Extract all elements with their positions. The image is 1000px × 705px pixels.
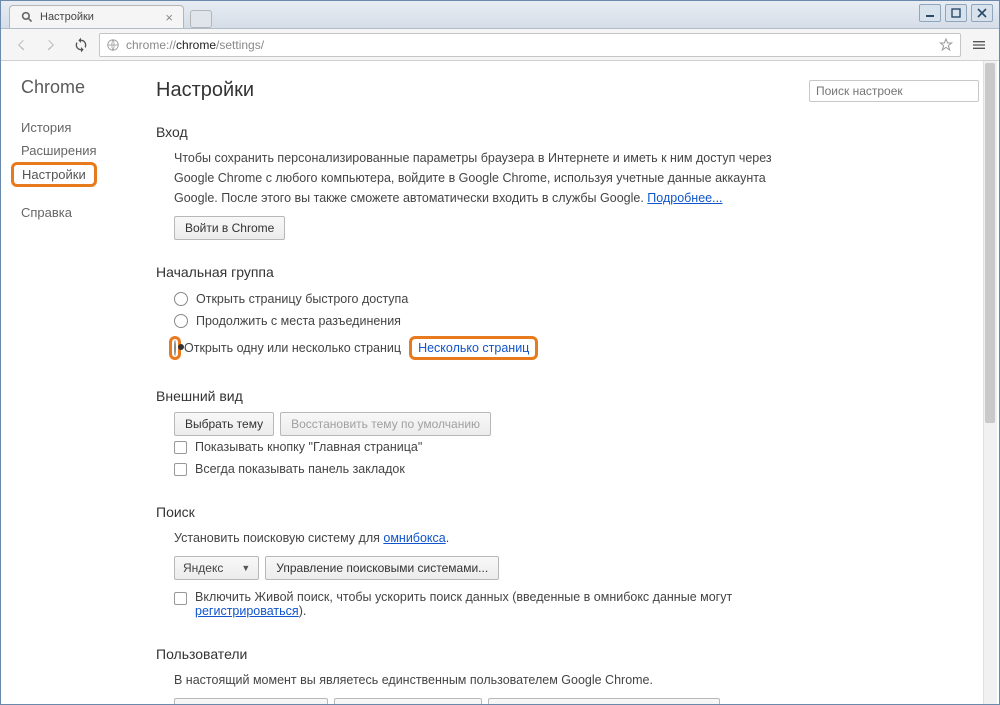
wrench-icon [20,10,34,24]
address-bar[interactable]: chrome://chrome/settings/ [99,33,961,57]
sign-in-button[interactable]: Войти в Chrome [174,216,285,240]
section-search: Поиск Установить поисковую систему для о… [156,504,979,622]
radio-newtab[interactable] [174,292,188,306]
maximize-button[interactable] [945,4,967,22]
delete-user-button[interactable]: Удалить пользователя [334,698,481,704]
hamburger-menu-icon[interactable] [967,33,991,57]
sidebar-item-history[interactable]: История [21,116,156,139]
radio-continue[interactable] [174,314,188,328]
section-users: Пользователи В настоящий момент вы являе… [156,646,979,704]
section-startup-title: Начальная группа [156,264,979,280]
window-titlebar: Настройки × [1,1,999,29]
section-login: Вход Чтобы сохранить персонализированные… [156,124,979,240]
checkbox-instant-label: Включить Живой поиск, чтобы ускорить пои… [195,590,732,618]
section-startup: Начальная группа Открыть страницу быстро… [156,264,979,364]
settings-content: Chrome История Расширения Настройки Спра… [1,61,999,704]
settings-main: Настройки Вход Чтобы сохранить персонали… [156,61,999,704]
browser-toolbar: chrome://chrome/settings/ [1,29,999,61]
radio-newtab-label: Открыть страницу быстрого доступа [196,292,408,306]
learn-more-link[interactable]: Подробнее... [647,191,722,205]
reload-button[interactable] [69,33,93,57]
users-desc: В настоящий момент вы являетесь единстве… [174,670,979,690]
omnibox-link[interactable]: омнибокса [383,531,445,545]
set-pages-link[interactable]: Несколько страниц [418,341,529,355]
manage-search-engines-button[interactable]: Управление поисковыми системами... [265,556,499,580]
radio-set-pages-label: Открыть одну или несколько страниц [184,341,401,355]
section-login-title: Вход [156,124,979,140]
page-title: Настройки [156,79,254,102]
sidebar: Chrome История Расширения Настройки Спра… [1,61,156,704]
section-search-title: Поиск [156,504,979,520]
checkbox-show-bookmarks-label: Всегда показывать панель закладок [195,462,405,476]
checkbox-show-home[interactable] [174,441,187,454]
radio-continue-label: Продолжить с места разъединения [196,314,401,328]
new-tab-button[interactable] [190,10,212,28]
checkbox-instant[interactable] [174,592,187,605]
minimize-button[interactable] [919,4,941,22]
register-link[interactable]: регистрироваться [195,604,299,618]
checkbox-show-bookmarks[interactable] [174,463,187,476]
search-engine-select[interactable]: Яндекс ▼ [174,556,259,580]
chevron-down-icon: ▼ [241,563,250,573]
scrollbar-thumb[interactable] [985,63,995,423]
section-users-title: Пользователи [156,646,979,662]
window-controls [919,1,999,22]
close-window-button[interactable] [971,4,993,22]
settings-search-input[interactable] [809,80,979,102]
import-bookmarks-button[interactable]: Импортировать закладки и настройки [488,698,720,704]
tab-close-icon[interactable]: × [165,11,173,24]
url-text: chrome://chrome/settings/ [126,38,264,52]
checkbox-show-home-label: Показывать кнопку "Главная страница" [195,440,422,454]
add-user-button[interactable]: Добавить пользователя [174,698,328,704]
globe-icon [106,38,120,52]
forward-button[interactable] [39,33,63,57]
radio-set-pages[interactable] [174,340,176,356]
sidebar-title: Chrome [21,77,156,98]
bookmark-star-icon[interactable] [938,37,954,53]
sidebar-item-extensions[interactable]: Расширения [21,139,156,162]
section-appearance: Внешний вид Выбрать тему Восстановить те… [156,388,979,480]
choose-theme-button[interactable]: Выбрать тему [174,412,274,436]
browser-tab[interactable]: Настройки × [9,5,184,28]
sidebar-item-settings[interactable]: Настройки [11,162,97,187]
reset-theme-button[interactable]: Восстановить тему по умолчанию [280,412,491,436]
section-appearance-title: Внешний вид [156,388,979,404]
tab-title: Настройки [40,11,159,23]
sidebar-item-help[interactable]: Справка [21,201,156,224]
scrollbar[interactable] [983,61,997,704]
tab-strip: Настройки × [1,1,212,28]
back-button[interactable] [9,33,33,57]
